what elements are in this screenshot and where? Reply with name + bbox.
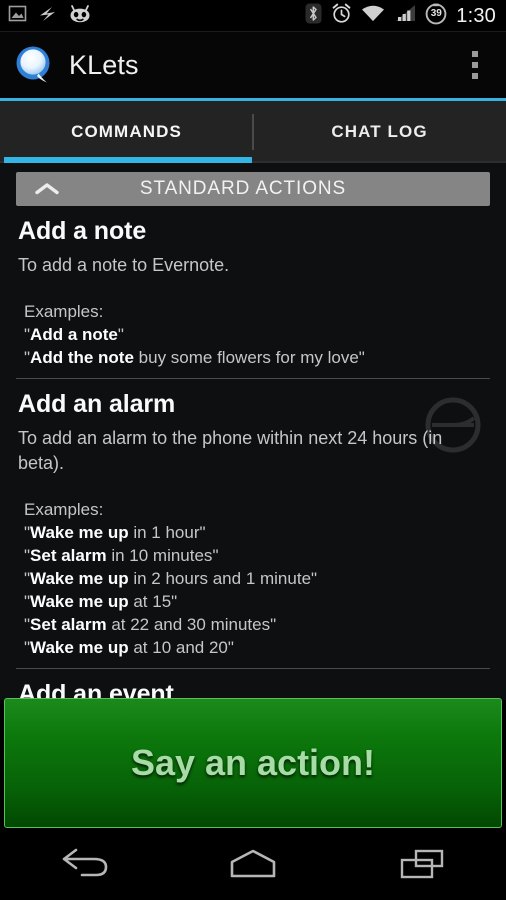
screenshot-icon: [8, 4, 27, 28]
list-item[interactable]: Add an event: [0, 669, 506, 700]
android-nav-bar: [0, 828, 506, 900]
klets-logo-icon: [14, 44, 56, 86]
example-phrase: "Wake me up at 15": [24, 592, 178, 611]
status-bar-right-icons: 39: [305, 3, 447, 30]
chevron-up-icon: [34, 181, 60, 202]
status-bar-clock: 1:30: [456, 4, 496, 27]
example-phrase: "Add a note": [24, 325, 124, 344]
app-title: KLets: [69, 49, 139, 80]
back-icon[interactable]: [38, 835, 130, 893]
example-phrase: "Set alarm at 22 and 30 minutes": [24, 615, 277, 634]
home-icon[interactable]: [207, 835, 299, 893]
action-bar: KLets: [0, 32, 506, 98]
examples-label: Examples:: [24, 302, 104, 321]
list-item[interactable]: Add an alarm To add an alarm to the phon…: [0, 379, 506, 659]
command-examples: Examples: "Add a note" "Add the note buy…: [0, 278, 506, 369]
command-description: To add a note to Evernote.: [18, 255, 230, 275]
status-bar[interactable]: 39 1:30: [0, 0, 506, 32]
section-header-standard-actions[interactable]: STANDARD ACTIONS: [16, 172, 490, 206]
tab-bar: COMMANDS CHAT LOG: [0, 101, 506, 163]
command-description: To add an alarm to the phone within next…: [18, 428, 443, 473]
recents-icon[interactable]: [376, 835, 468, 893]
list-item[interactable]: Add a note To add a note to Evernote. Ex…: [0, 206, 506, 369]
lightning-bolt-icon: [38, 4, 57, 29]
battery-level-text: 39: [430, 8, 442, 19]
command-title: Add a note: [18, 217, 147, 245]
wifi-icon: [361, 4, 385, 28]
example-phrase: "Add the note buy some flowers for my lo…: [24, 348, 365, 367]
examples-label: Examples:: [24, 500, 104, 519]
command-title: Add an alarm: [18, 390, 176, 418]
bluetooth-icon: [305, 3, 322, 29]
say-an-action-button[interactable]: Say an action!: [4, 698, 502, 828]
alarm-icon: [331, 3, 352, 29]
tab-divider: [252, 114, 254, 150]
tab-commands[interactable]: COMMANDS: [0, 101, 253, 163]
command-title: Add an event: [18, 680, 174, 700]
example-phrase: "Wake me up in 2 hours and 1 minute": [24, 569, 318, 588]
overflow-menu-icon[interactable]: [458, 42, 492, 88]
say-an-action-label: Say an action!: [130, 742, 376, 783]
signal-icon: [394, 4, 416, 28]
section-header-label: STANDARD ACTIONS: [139, 178, 347, 199]
cyanogenmod-icon: [68, 4, 92, 29]
commands-list[interactable]: STANDARD ACTIONS Add a note To add a not…: [0, 163, 506, 700]
example-phrase: "Set alarm in 10 minutes": [24, 546, 219, 565]
status-bar-left-icons: [8, 4, 92, 29]
battery-icon: 39: [425, 3, 447, 30]
command-examples: Examples: "Wake me up in 1 hour" "Set al…: [0, 476, 506, 659]
tab-chat-log-label: CHAT LOG: [331, 122, 428, 141]
example-phrase: "Wake me up at 10 and 20": [24, 638, 234, 657]
example-phrase: "Wake me up in 1 hour": [24, 523, 206, 542]
tab-chat-log[interactable]: CHAT LOG: [253, 101, 506, 163]
tab-commands-label: COMMANDS: [71, 122, 182, 141]
